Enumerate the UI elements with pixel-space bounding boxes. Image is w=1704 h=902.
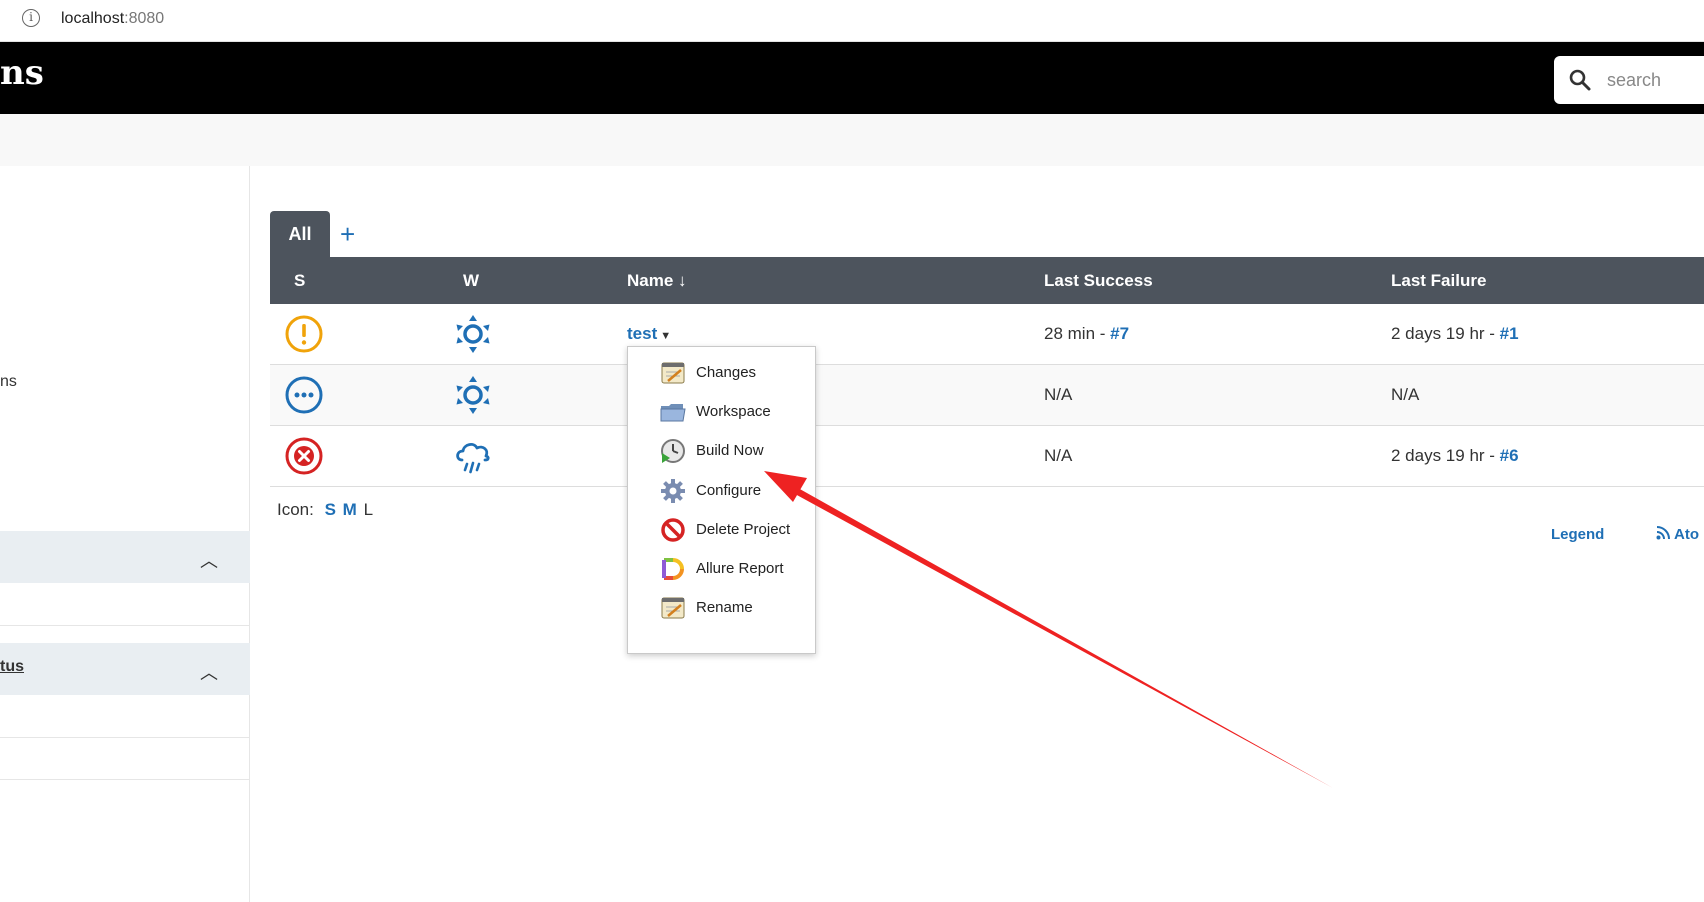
tab-all[interactable]: All — [270, 211, 330, 257]
table-row: test ▼ 28 min - #7 2 days 19 hr - #1 — [270, 304, 1704, 365]
last-failure-time: 2 days 19 hr — [1391, 446, 1485, 465]
job-name[interactable]: test ▼ — [627, 324, 671, 344]
menu-item-workspace[interactable]: Workspace — [659, 396, 814, 428]
menu-item-label: Allure Report — [696, 560, 784, 577]
icon-size-m[interactable]: M — [343, 500, 357, 519]
site-info-icon[interactable]: i — [22, 9, 40, 27]
executor-status-pane-header[interactable]: tus ︿ — [0, 643, 250, 695]
rain-weather-icon — [456, 443, 490, 474]
no-entry-icon — [661, 518, 685, 542]
col-weather[interactable]: W — [463, 271, 479, 291]
build-link[interactable]: #7 — [1110, 324, 1129, 343]
allure-logo-icon — [662, 558, 684, 580]
failed-icon — [285, 437, 323, 475]
chevron-up-icon[interactable]: ︿ — [200, 659, 218, 685]
legend-link[interactable]: Legend — [1551, 526, 1604, 543]
menu-item-label: Changes — [696, 364, 757, 381]
search-icon — [1569, 69, 1591, 91]
last-failure-cell: N/A — [1391, 385, 1420, 404]
last-success-cell: 28 min - #7 — [1044, 324, 1129, 344]
rss-icon — [1656, 526, 1670, 540]
sidebar: ns ︿ tus ︿ — [0, 166, 250, 902]
menu-item-build-now[interactable]: Build Now — [659, 435, 814, 467]
build-link[interactable]: #1 — [1500, 324, 1519, 343]
separator: - — [1484, 324, 1500, 343]
col-name[interactable]: Name ↓ — [627, 271, 687, 291]
notepad-icon — [661, 362, 685, 384]
icon-size-selector: Icon: S M L — [277, 500, 373, 520]
menu-item-label: Workspace — [696, 403, 771, 420]
notepad-icon — [661, 597, 685, 619]
build-clock-icon — [661, 439, 685, 463]
icon-size-s[interactable]: S — [325, 500, 336, 519]
folder-icon — [660, 404, 686, 422]
sidebar-item-partial[interactable]: ns — [0, 373, 17, 391]
url-port: :8080 — [124, 10, 165, 27]
build-queue-row — [0, 583, 250, 626]
gear-icon — [661, 479, 685, 503]
last-failure-cell: 2 days 19 hr - #6 — [1391, 446, 1519, 466]
separator: - — [1095, 324, 1111, 343]
atom-feed-label: Ato — [1674, 526, 1699, 543]
separator: - — [1484, 446, 1500, 465]
menu-item-changes[interactable]: Changes — [659, 357, 814, 389]
last-failure-cell: 2 days 19 hr - #1 — [1391, 324, 1519, 344]
icon-size-l: L — [363, 500, 374, 519]
build-queue-pane-header[interactable]: ︿ — [0, 531, 250, 583]
menu-item-rename[interactable]: Rename — [659, 592, 814, 624]
menu-item-label: Rename — [696, 599, 753, 616]
menu-item-label: Delete Project — [696, 521, 791, 538]
menu-item-configure[interactable]: Configure — [659, 475, 814, 507]
unstable-warning-icon — [285, 315, 323, 353]
table-row: N/A N/A — [270, 365, 1704, 426]
atom-feed-link[interactable]: Ato — [1656, 526, 1699, 543]
search-placeholder: search — [1607, 70, 1662, 90]
last-success-time: 28 min — [1044, 324, 1096, 343]
browser-address-bar[interactable]: i localhost:8080 — [0, 0, 1704, 42]
url-text[interactable]: localhost:8080 — [61, 10, 164, 28]
build-link[interactable]: #6 — [1500, 446, 1519, 465]
menu-item-label: Configure — [696, 482, 762, 499]
jenkins-brand[interactable]: ns — [0, 53, 44, 93]
chevron-up-icon[interactable]: ︿ — [200, 547, 218, 573]
table-row: N/A 2 days 19 hr - #6 — [270, 426, 1704, 487]
executor-row — [0, 695, 250, 738]
last-failure-time: 2 days 19 hr — [1391, 324, 1485, 343]
job-context-menu: Changes Workspace Build Now Configure De… — [627, 346, 816, 654]
col-status[interactable]: S — [294, 271, 305, 291]
url-host: localhost — [61, 10, 125, 27]
jenkins-header: ns search — [0, 42, 1704, 114]
sunny-weather-icon — [456, 315, 490, 353]
executor-status-title[interactable]: tus — [0, 658, 24, 676]
search-box[interactable]: search — [1554, 56, 1704, 104]
menu-item-delete-project[interactable]: Delete Project — [659, 514, 814, 546]
executor-row — [0, 737, 250, 780]
menu-item-label: Build Now — [696, 442, 764, 459]
jobs-table-header: S W Name ↓ Last Success Last Failure — [270, 257, 1704, 304]
col-last-success[interactable]: Last Success — [1044, 271, 1153, 291]
job-link-test[interactable]: test — [627, 324, 657, 343]
breadcrumb-bar — [0, 114, 1704, 166]
menu-item-allure-report[interactable]: Allure Report — [659, 553, 814, 585]
add-view-button[interactable]: + — [340, 219, 355, 249]
job-dropdown-caret[interactable]: ▼ — [660, 330, 671, 342]
col-last-failure[interactable]: Last Failure — [1391, 271, 1486, 291]
last-success-cell: N/A — [1044, 446, 1073, 465]
last-success-cell: N/A — [1044, 385, 1073, 404]
sunny-weather-icon — [456, 376, 490, 414]
icon-size-label: Icon: — [277, 500, 314, 519]
not-built-icon — [285, 376, 323, 414]
